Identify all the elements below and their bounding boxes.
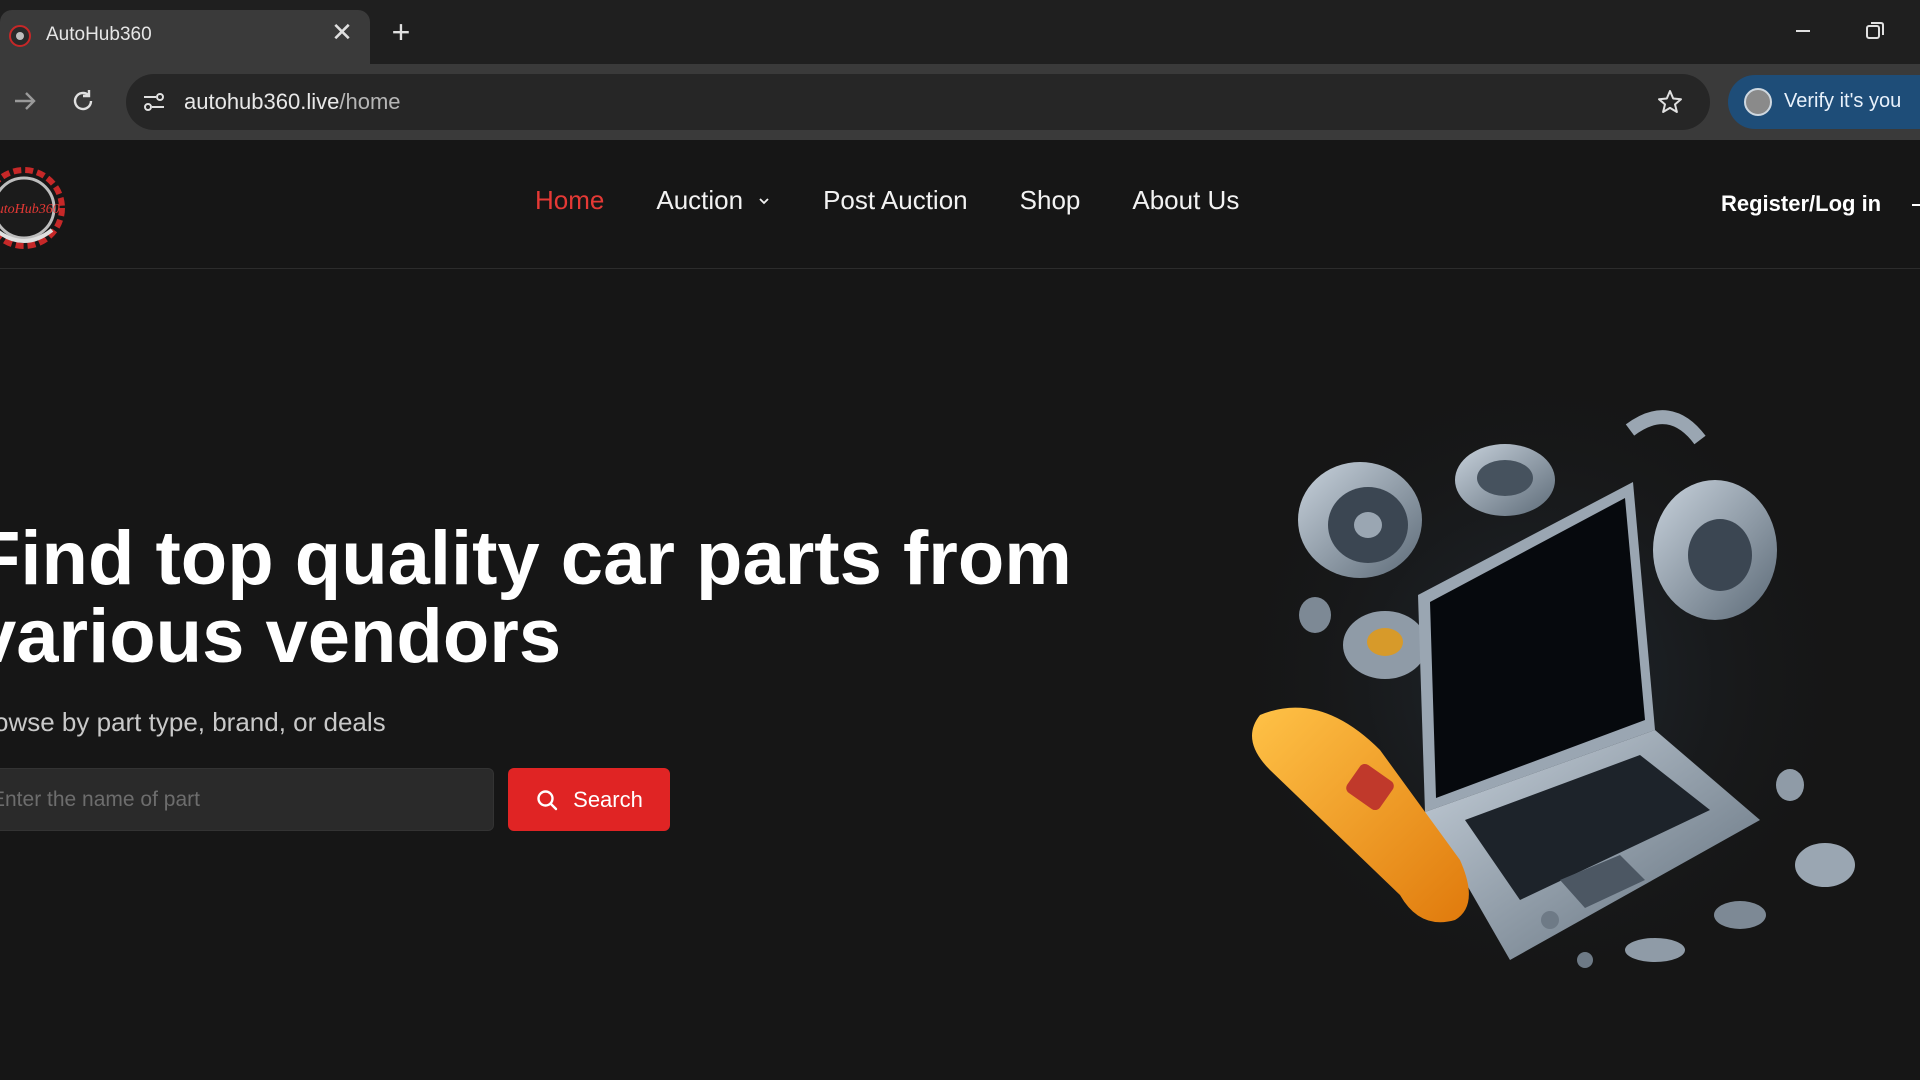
register-login-link[interactable]: Register/Log in <box>1721 191 1881 217</box>
url-text: autohub360.live/home <box>184 89 401 115</box>
reload-icon[interactable] <box>68 86 98 116</box>
favicon-icon <box>9 25 31 47</box>
nav-about-us[interactable]: About Us <box>1132 185 1239 216</box>
nav-home[interactable]: Home <box>535 185 604 216</box>
browser-toolbar: autohub360.live/home Verify it's you <box>0 64 1920 140</box>
avatar-icon <box>1744 88 1772 116</box>
url-host: autohub360.live <box>184 89 340 114</box>
wheel-part <box>1298 462 1422 578</box>
search-input[interactable] <box>0 768 494 831</box>
main-nav: Home Auction Post Auction Shop About Us <box>535 185 1291 216</box>
url-path: /home <box>339 89 401 114</box>
address-bar[interactable]: autohub360.live/home <box>126 74 1710 130</box>
minimize-icon[interactable] <box>1790 18 1816 44</box>
logo[interactable]: AutoHub360 <box>0 160 72 256</box>
site-info-icon[interactable] <box>140 88 168 116</box>
nav-shop[interactable]: Shop <box>1020 185 1081 216</box>
verify-label: Verify it's you <box>1784 90 1902 112</box>
hero-subhead: Browse by part type, brand, or deals <box>0 707 386 737</box>
gear-part <box>1455 444 1555 516</box>
nav-post-auction[interactable]: Post Auction <box>823 185 968 216</box>
close-icon[interactable]: ✕ <box>330 19 354 45</box>
star-icon[interactable] <box>1656 88 1684 116</box>
restore-icon[interactable] <box>1864 20 1886 42</box>
hero-headline: Find top quality car parts from various … <box>0 516 1072 679</box>
plus-icon[interactable]: + <box>386 16 416 48</box>
search-icon <box>537 789 558 810</box>
nav-auction[interactable]: Auction <box>656 185 771 216</box>
search-button[interactable]: Search <box>508 768 670 831</box>
chevron-down-icon <box>759 197 769 204</box>
search-button-label: Search <box>573 786 643 812</box>
verify-button[interactable]: Verify it's you <box>1728 75 1920 129</box>
nav-auction-label: Auction <box>656 185 744 215</box>
site-header: AutoHub360 Home Auction Post Auction Sho… <box>0 140 1920 269</box>
browser-tab[interactable]: AutoHub360 ✕ <box>0 10 370 64</box>
tab-title: AutoHub360 <box>46 24 152 45</box>
menu-edge <box>1912 204 1920 206</box>
hero-illustration <box>1210 350 1870 1010</box>
browser-tab-bar: AutoHub360 ✕ + <box>0 0 1920 64</box>
logo-text: AutoHub360 <box>0 202 60 217</box>
forward-icon[interactable] <box>10 86 40 116</box>
